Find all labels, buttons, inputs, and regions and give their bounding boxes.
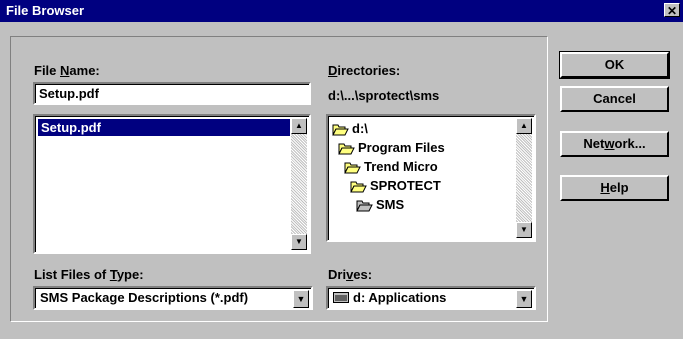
directory-item[interactable]: Program Files xyxy=(338,139,445,157)
scroll-up-icon[interactable]: ▲ xyxy=(516,118,532,134)
folder-open-icon xyxy=(356,200,373,212)
list-item[interactable]: Setup.pdf xyxy=(38,119,290,136)
drives-label: Drives: xyxy=(328,267,373,282)
chevron-down-icon[interactable]: ▼ xyxy=(293,290,309,308)
drives-select[interactable]: d: Applications ▼ xyxy=(326,286,536,310)
file-list[interactable]: Setup.pdf ▲ ▼ xyxy=(33,114,311,254)
directory-tree[interactable]: d:\ Program Files Trend Micro SPROTECT S… xyxy=(326,114,536,242)
file-type-value: SMS Package Descriptions (*.pdf) xyxy=(40,290,249,305)
directory-item-current[interactable]: SMS xyxy=(356,196,404,214)
folder-open-icon xyxy=(332,124,349,136)
close-button[interactable]: ✕ xyxy=(664,3,680,18)
file-browser-dialog: File Browser ✕ File Name: Setup.pdf Setu… xyxy=(0,0,683,339)
title-bar[interactable]: File Browser ✕ xyxy=(0,0,683,22)
folder-open-icon xyxy=(344,162,361,174)
window-title: File Browser xyxy=(6,3,85,18)
chevron-down-icon[interactable]: ▼ xyxy=(516,290,532,308)
cancel-button[interactable]: Cancel xyxy=(560,86,669,112)
directory-scrollbar[interactable]: ▲ ▼ xyxy=(516,118,532,238)
file-name-value: Setup.pdf xyxy=(39,86,99,101)
directory-item[interactable]: d:\ xyxy=(332,120,368,138)
directories-label: Directories: xyxy=(328,63,401,78)
scroll-down-icon[interactable]: ▼ xyxy=(516,222,532,238)
directory-item[interactable]: SPROTECT xyxy=(350,177,441,195)
file-type-label: List Files of Type: xyxy=(34,267,144,282)
file-type-select[interactable]: SMS Package Descriptions (*.pdf) ▼ xyxy=(33,286,313,310)
close-icon: ✕ xyxy=(666,4,678,18)
directory-item[interactable]: Trend Micro xyxy=(344,158,438,176)
drive-icon xyxy=(333,292,349,303)
help-button[interactable]: Help xyxy=(560,175,669,201)
network-button[interactable]: Network... xyxy=(560,131,669,157)
current-path: d:\...\sprotect\sms xyxy=(328,88,440,103)
drives-value: d: Applications xyxy=(333,290,446,306)
file-name-label: File Name: xyxy=(34,63,100,78)
folder-open-icon xyxy=(338,143,355,155)
scroll-up-icon[interactable]: ▲ xyxy=(291,118,307,134)
folder-open-icon xyxy=(350,181,367,193)
scroll-down-icon[interactable]: ▼ xyxy=(291,234,307,250)
ok-button[interactable]: OK xyxy=(559,51,670,79)
file-name-input[interactable]: Setup.pdf xyxy=(33,82,311,105)
file-list-scrollbar[interactable]: ▲ ▼ xyxy=(291,118,307,250)
